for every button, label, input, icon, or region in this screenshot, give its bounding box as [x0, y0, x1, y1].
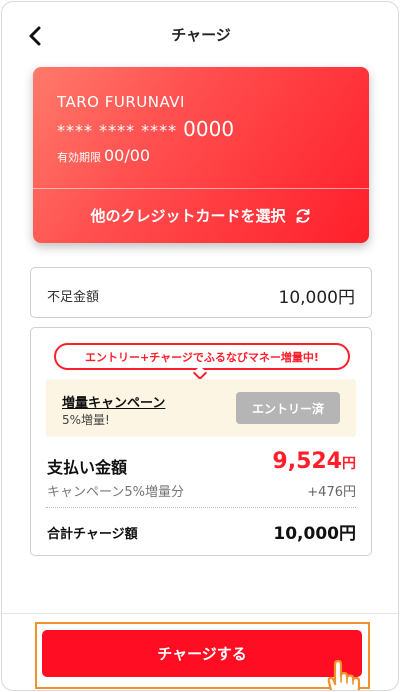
refresh-icon: [296, 208, 309, 223]
payment-amount-unit: 円: [342, 456, 356, 472]
page-title: チャージ: [171, 26, 231, 44]
bonus-value: +476円: [307, 485, 356, 500]
header: チャージ: [2, 2, 398, 66]
campaign-subtitle: 5%増量!: [62, 413, 110, 427]
shortage-label: 不足金額: [47, 290, 100, 305]
card-expiry-label: 有効期限: [57, 151, 101, 164]
summary-divider: [46, 507, 356, 508]
bonus-label: キャンペーン5%増量分: [47, 485, 184, 500]
footer-divider: [2, 613, 398, 614]
card-holder-name: TARO FURUNAVI: [57, 93, 185, 111]
payment-amount-value: 9,524円: [272, 449, 356, 474]
campaign-banner: 増量キャンペーン 5%増量! エントリー済: [46, 379, 356, 437]
shortage-amount-box: 不足金額 10,000円: [30, 267, 372, 318]
select-other-card-label: 他のクレジットカードを選択: [90, 207, 286, 225]
promo-bubble: エントリー+チャージでふるなびマネー増量中!: [54, 343, 350, 370]
entry-completed-button: エントリー済: [236, 392, 340, 424]
card-number-mask: **** **** ****: [57, 121, 178, 140]
hand-pointer-icon: [327, 659, 361, 690]
card-expiry: 有効期限 00/00: [57, 146, 150, 165]
charge-button[interactable]: チャージする: [42, 630, 362, 677]
select-other-card-button[interactable]: 他のクレジットカードを選択: [33, 188, 369, 243]
card-expiry-value: 00/00: [104, 146, 151, 165]
total-charge-label: 合計チャージ額: [47, 527, 138, 542]
credit-card: TARO FURUNAVI **** **** **** 0000 有効期限 00/…: [33, 67, 369, 243]
payment-amount-label: 支払い金額: [47, 458, 128, 477]
total-charge-value: 10,000円: [273, 524, 356, 544]
payment-amount-number: 9,524: [272, 449, 342, 474]
shortage-value: 10,000円: [278, 288, 355, 308]
charge-summary-box: エントリー+チャージでふるなびマネー増量中! 増量キャンペーン 5%増量! エン…: [30, 327, 372, 556]
card-number: **** **** **** 0000: [57, 117, 234, 141]
campaign-title-link[interactable]: 増量キャンペーン: [62, 392, 165, 411]
app-frame: チャージ TARO FURUNAVI **** **** **** 0000 有効…: [1, 1, 399, 691]
card-number-last4: 0000: [183, 117, 235, 141]
